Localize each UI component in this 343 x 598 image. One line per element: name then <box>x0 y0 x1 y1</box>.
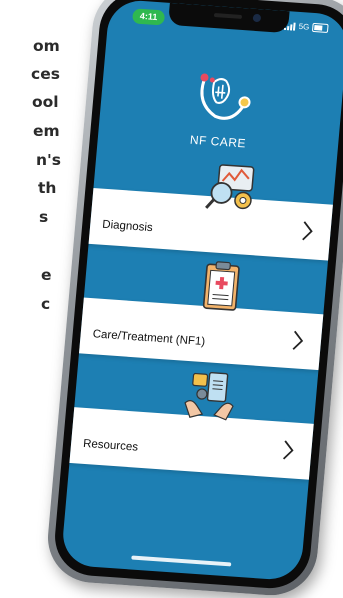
article-text-line: th <box>38 179 57 197</box>
article-text-line: e <box>41 266 52 284</box>
home-indicator[interactable] <box>131 555 232 567</box>
article-text-line: om <box>33 37 60 55</box>
signal-icon <box>284 21 297 31</box>
chevron-right-icon <box>302 221 313 241</box>
article-text-line: ces <box>31 65 60 83</box>
menu-item-label: Resources <box>82 437 139 454</box>
article-text-line: n's <box>36 151 62 169</box>
article-text-line: em <box>33 122 60 140</box>
nf-care-logo-icon <box>200 73 251 120</box>
phone-mockup: 4:11 5G NF CARE Diagnosis Care/Treatment… <box>44 0 343 598</box>
app-screen: 4:11 5G NF CARE Diagnosis Care/Treatment… <box>60 0 343 582</box>
status-indicators: 5G <box>284 21 329 33</box>
battery-icon <box>311 22 329 33</box>
article-text-line: ool <box>32 93 59 111</box>
status-time: 4:11 <box>131 8 166 26</box>
chevron-right-icon <box>292 330 304 350</box>
article-text-line: s <box>39 208 49 226</box>
speaker-grille <box>213 13 243 19</box>
diagnosis-icon <box>205 164 255 210</box>
menu-item-label: Care/Treatment (NF1) <box>92 328 206 349</box>
network-label: 5G <box>298 21 310 32</box>
app-title: NF CARE <box>189 132 247 151</box>
clipboard-medical-icon <box>202 261 240 311</box>
camera-icon <box>252 13 262 23</box>
background-article-text: om ces ool em n's th s e c <box>0 0 62 400</box>
chevron-right-icon <box>282 440 294 460</box>
app-logo: NF CARE <box>183 64 260 151</box>
article-text-line: c <box>41 295 51 313</box>
resources-hands-icon <box>184 371 234 421</box>
menu-item-label: Diagnosis <box>101 218 154 235</box>
